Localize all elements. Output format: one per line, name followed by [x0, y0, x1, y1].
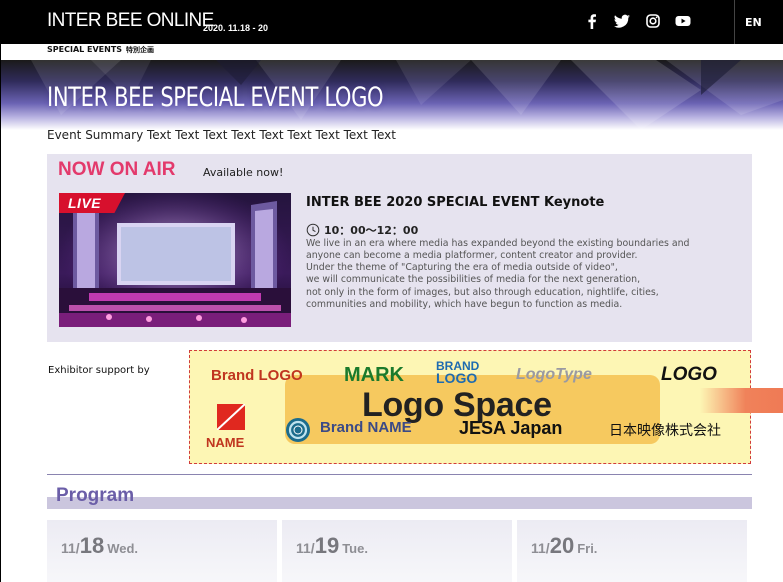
event-time: 10：00〜12：00	[306, 219, 419, 237]
description-line: communities and mobility, which have beg…	[306, 298, 623, 310]
live-video-thumbnail[interactable]	[59, 193, 291, 327]
now-on-air-heading: NOW ON AIR	[58, 159, 176, 180]
clock-icon	[306, 223, 320, 236]
exhibitor-label: Exhibitor support by	[48, 365, 150, 376]
day-number: 20	[549, 533, 575, 558]
brand-name-emblem-icon	[286, 418, 310, 442]
language-switch[interactable]: EN	[745, 16, 762, 29]
day-weekday: Fri.	[577, 541, 598, 556]
event-time-text: 10：00〜12：00	[324, 223, 419, 237]
live-badge: LIVE	[59, 193, 125, 213]
section-divider	[47, 474, 752, 475]
exhibitor-logo-brand-stacked[interactable]: BRAND LOGO	[436, 360, 479, 386]
facebook-icon[interactable]	[583, 12, 601, 30]
exhibitor-logo-logo[interactable]: LOGO	[661, 364, 717, 386]
breadcrumb-item[interactable]: SPECIAL EVENTS	[47, 45, 122, 54]
day-tab-label: 11/19 Tue.	[296, 533, 368, 559]
instagram-icon[interactable]	[644, 12, 662, 30]
description-line: We live in an era where media has expand…	[306, 238, 690, 249]
day-month: 11/	[61, 540, 80, 556]
breadcrumb: SPECIAL EVENTS 特別企画	[47, 45, 154, 59]
description-line: Under the theme of "Capturing the era of…	[306, 262, 618, 274]
day-month: 11/	[531, 540, 550, 556]
day-number: 18	[79, 533, 105, 558]
program-heading: Program	[56, 485, 135, 506]
exhibitor-logo-brand-name[interactable]: Brand NAME	[320, 419, 412, 436]
page-title: INTER BEE SPECIAL EVENT LOGO	[47, 82, 384, 113]
divider	[734, 0, 735, 44]
description-line: we will communicate the possibilities of…	[306, 274, 641, 286]
youtube-icon[interactable]	[674, 12, 692, 30]
event-dates: 2020. 11.18 - 20	[203, 23, 269, 33]
day-month: 11/	[296, 540, 315, 556]
exhibitor-logo-name[interactable]: NAME	[206, 435, 244, 450]
event-description: We live in an era where media has expand…	[306, 238, 726, 311]
description-line: not only in the form of images, but also…	[306, 286, 659, 298]
name-logo-mark	[216, 403, 246, 431]
site-logo[interactable]: INTER BEE ONLINE	[47, 10, 214, 32]
breadcrumb-jp: 特別企画	[126, 46, 155, 54]
description-line: anyone can become a media platformer, co…	[306, 250, 638, 262]
day-tab-label: 11/18 Wed.	[61, 533, 138, 559]
logo-line: LOGO	[436, 370, 478, 386]
day-number: 19	[314, 533, 340, 558]
day-weekday: Tue.	[342, 541, 368, 556]
exhibitor-logo-mark[interactable]: MARK	[344, 364, 404, 387]
exhibitor-logo-logotype[interactable]: LogoType	[516, 366, 592, 384]
scroll-indicator	[700, 388, 783, 413]
event-title[interactable]: INTER BEE 2020 SPECIAL EVENT Keynote	[306, 195, 604, 210]
event-summary: Event Summary Text Text Text Text Text T…	[47, 128, 396, 142]
now-on-air-subtitle: Available now!	[203, 166, 284, 179]
twitter-icon[interactable]	[613, 12, 631, 30]
exhibitor-logo-jesa[interactable]: JESA Japan	[459, 418, 562, 439]
top-bar: INTER BEE ONLINE 2020. 11.18 - 20 EN	[0, 0, 783, 44]
day-weekday: Wed.	[107, 541, 139, 556]
exhibitor-logo-jp-company[interactable]: 日本映像株式会社	[609, 420, 721, 440]
day-tab-label: 11/20 Fri.	[531, 533, 597, 559]
program-heading-bar	[47, 497, 752, 509]
exhibitor-logo-brand-logo[interactable]: Brand LOGO	[211, 367, 303, 384]
